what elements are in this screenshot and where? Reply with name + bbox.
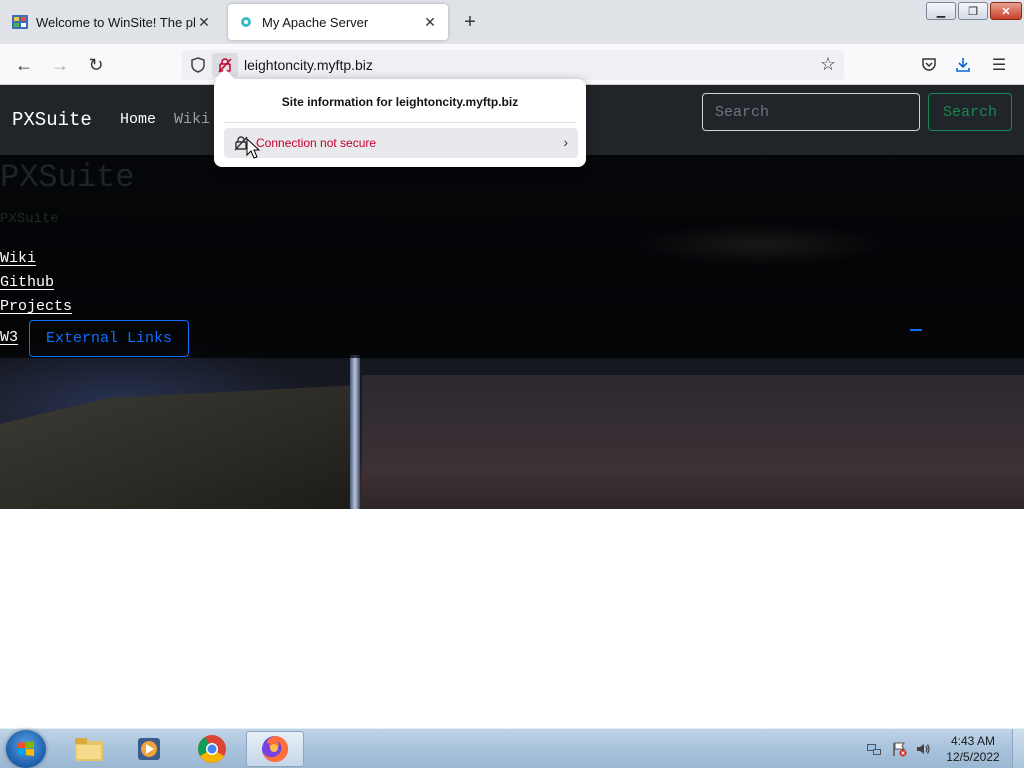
pocket-icon[interactable] (916, 52, 942, 78)
address-bar[interactable]: leightoncity.myftp.biz ☆ (182, 50, 844, 80)
restore-window-button[interactable]: ❐ (958, 2, 988, 20)
chevron-right-icon: › (563, 134, 568, 150)
tab-apache-server[interactable]: My Apache Server ✕ (228, 4, 448, 40)
hero-overlay: PXSuite PXSuite Wiki Github Projects W3 … (0, 155, 1024, 358)
popup-title: Site information for leightoncity.myftp.… (281, 95, 519, 109)
clock-date: 12/5/2022 (946, 750, 1000, 764)
hero-title: PXSuite (0, 159, 135, 196)
tab-title: My Apache Server (262, 14, 369, 30)
site-information-popup: Site information for leightoncity.myftp.… (214, 69, 586, 167)
chrome-taskbar-icon[interactable] (183, 731, 241, 767)
windows-logo-icon (18, 741, 34, 756)
tab-title: Welcome to WinSite! The place (36, 14, 196, 30)
bookmark-star-icon[interactable]: ☆ (820, 54, 836, 75)
hero-background-guardrail (350, 355, 360, 509)
hero-background-hill (0, 385, 360, 509)
firefox-taskbar-icon[interactable] (246, 731, 304, 767)
site-brand[interactable]: PXSuite (12, 109, 92, 131)
connection-not-secure-item[interactable]: Connection not secure › (224, 128, 578, 158)
file-explorer-taskbar-icon[interactable] (60, 731, 118, 767)
decorative-dash (910, 329, 922, 331)
tracking-shield-icon[interactable] (188, 55, 208, 75)
start-button[interactable] (6, 730, 46, 768)
apache-favicon-icon (238, 14, 254, 30)
mouse-cursor-icon (246, 138, 260, 159)
media-player-taskbar-icon[interactable] (120, 731, 178, 767)
action-center-flag-icon[interactable] (891, 741, 907, 757)
tab-winsite[interactable]: Welcome to WinSite! The place ✕ (2, 4, 222, 40)
winsite-favicon-icon (12, 14, 28, 30)
close-window-button[interactable]: ✕ (990, 2, 1022, 20)
minimize-window-button[interactable]: ▁ (926, 2, 956, 20)
downloads-icon[interactable] (950, 52, 976, 78)
close-tab-icon[interactable]: ✕ (196, 14, 212, 30)
clock-time: 4:43 AM (950, 734, 996, 748)
tab-strip: Welcome to WinSite! The place ✕ My Apach… (0, 0, 1024, 44)
back-arrow-icon[interactable]: ← (10, 52, 38, 78)
network-tray-icon[interactable] (866, 741, 882, 757)
popup-divider (224, 122, 576, 123)
search-input[interactable]: Search (702, 93, 920, 131)
search-button[interactable]: Search (928, 93, 1012, 131)
hamburger-menu-icon[interactable]: ☰ (986, 52, 1012, 78)
external-links-button[interactable]: External Links (29, 320, 189, 357)
system-clock[interactable]: 4:43 AM 12/5/2022 (944, 733, 1002, 765)
hero-link-w3[interactable]: W3 (0, 329, 18, 346)
nav-link-home[interactable]: Home (120, 111, 156, 128)
hero-link-wiki[interactable]: Wiki (0, 250, 36, 267)
new-tab-plus-icon[interactable]: + (458, 10, 482, 34)
hero-link-github[interactable]: Github (0, 274, 54, 291)
hero-subtitle: PXSuite (0, 211, 59, 227)
forward-arrow-icon[interactable]: → (46, 52, 74, 78)
connection-status-text: Connection not secure (256, 136, 377, 150)
show-desktop-button[interactable] (1012, 729, 1024, 768)
volume-speaker-icon[interactable] (915, 741, 931, 757)
url-text[interactable]: leightoncity.myftp.biz (244, 57, 373, 73)
reload-icon[interactable]: ↻ (82, 52, 110, 78)
nav-link-wiki[interactable]: Wiki (174, 111, 210, 128)
hero-background-road (362, 375, 1024, 509)
hero-section: PXSuite PXSuite Wiki Github Projects W3 … (0, 155, 1024, 509)
close-tab-icon[interactable]: ✕ (422, 14, 438, 30)
windows-taskbar: 4:43 AM 12/5/2022 (0, 728, 1024, 768)
hero-link-projects[interactable]: Projects (0, 298, 72, 315)
